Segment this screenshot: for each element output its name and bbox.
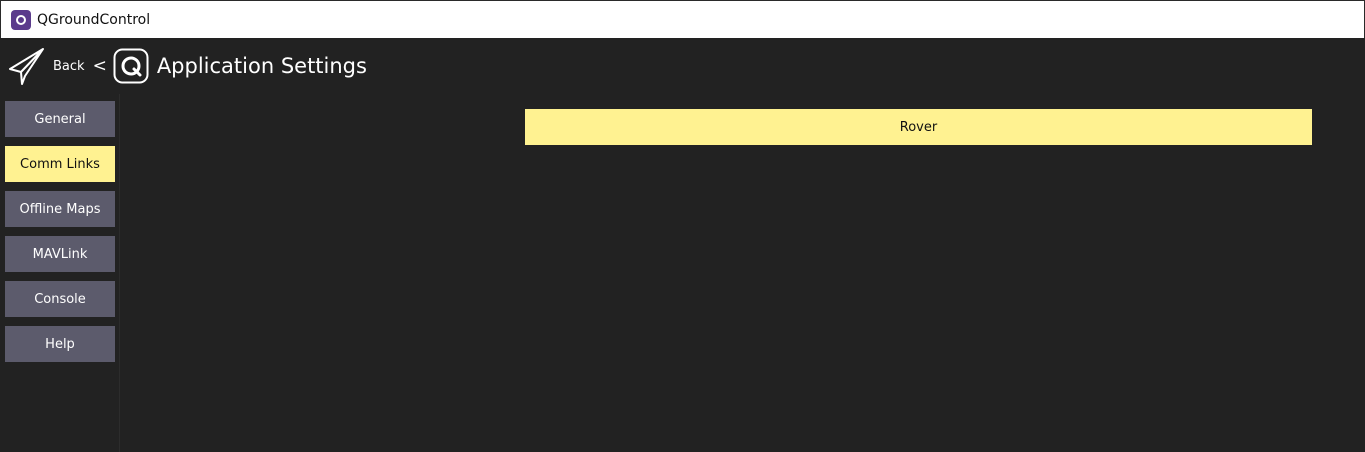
sidebar-item-console[interactable]: Console: [5, 281, 115, 317]
paper-plane-icon[interactable]: [8, 47, 46, 85]
sidebar-item-general[interactable]: General: [5, 101, 115, 137]
breadcrumb-separator: <: [92, 56, 107, 76]
sidebar-item-offline-maps[interactable]: Offline Maps: [5, 191, 115, 227]
app-header: Back < Application Settings: [0, 38, 1365, 94]
qgc-logo-icon: [113, 48, 149, 84]
rover-link-item[interactable]: Rover: [525, 109, 1312, 145]
back-button[interactable]: Back: [53, 59, 85, 74]
page-title: Application Settings: [156, 54, 367, 78]
sidebar-item-mavlink[interactable]: MAVLink: [5, 236, 115, 272]
qgc-app-icon: [11, 9, 31, 30]
sidebar-item-help[interactable]: Help: [5, 326, 115, 362]
window-titlebar: QGroundControl: [0, 0, 1365, 38]
sidebar-item-comm-links[interactable]: Comm Links: [5, 146, 115, 182]
settings-sidebar: General Comm Links Offline Maps MAVLink …: [0, 94, 120, 452]
window-title: QGroundControl: [37, 11, 151, 28]
